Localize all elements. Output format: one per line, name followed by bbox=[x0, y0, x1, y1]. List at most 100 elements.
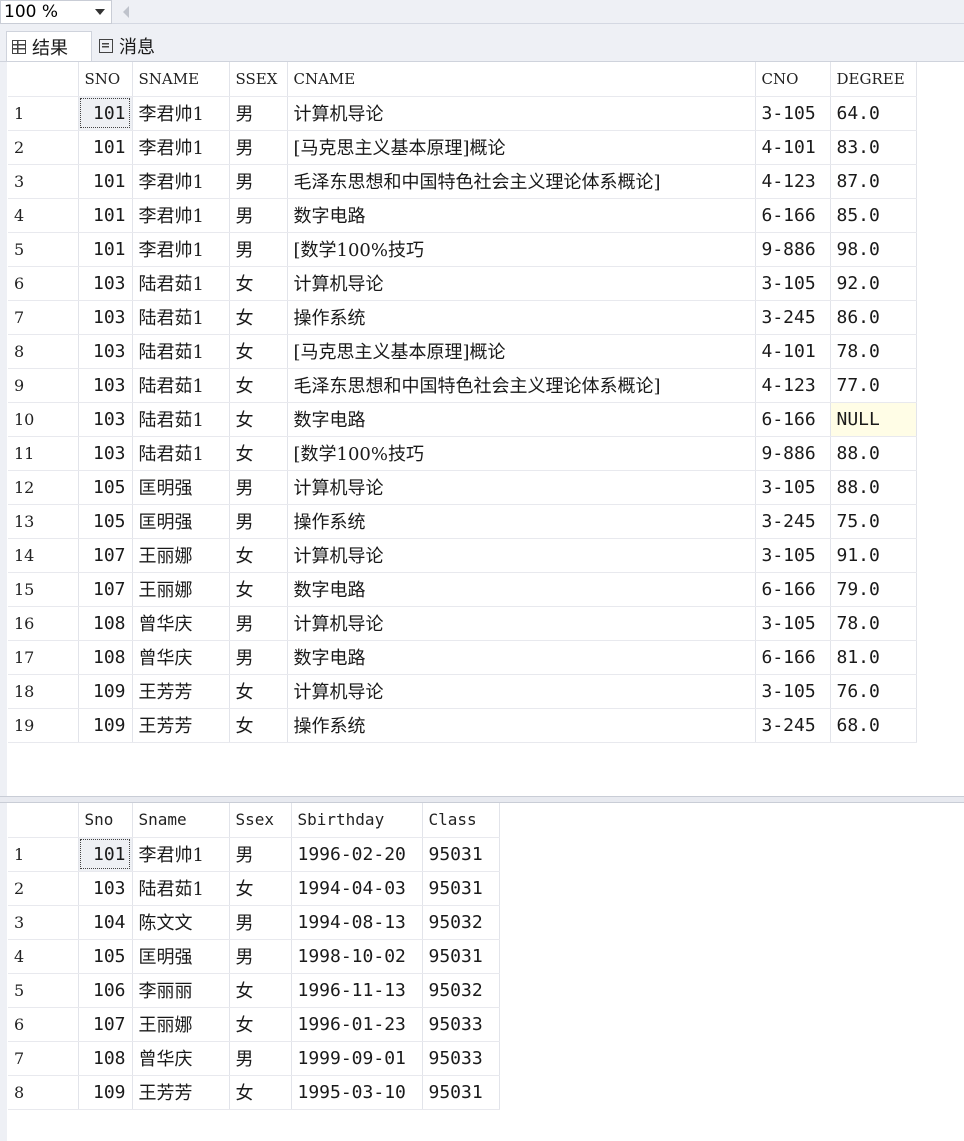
table-cell[interactable]: 6-166 bbox=[755, 572, 831, 607]
table-cell[interactable]: 105 bbox=[78, 504, 133, 539]
table-row[interactable]: 3 101 李君帅1 男毛泽东思想和中国特色社会主义理论体系概论] 4-123 87.0 bbox=[8, 164, 917, 199]
table-cell[interactable]: 陆君茹1 bbox=[132, 334, 230, 369]
table-row[interactable]: 15 107 王丽娜女数字电路 6-166 79.0 bbox=[8, 572, 917, 607]
table-cell[interactable]: 计算机导论 bbox=[287, 606, 756, 641]
table-cell[interactable]: 曾华庆 bbox=[132, 1041, 230, 1076]
column-header[interactable]: SNO bbox=[78, 62, 133, 97]
table-cell[interactable]: 81.0 bbox=[830, 640, 917, 675]
table-row[interactable]: 3 104 陈文文男 1994-08-13 95032 bbox=[8, 905, 500, 940]
table-cell[interactable]: NULL bbox=[830, 402, 917, 437]
table-cell[interactable]: 6-166 bbox=[755, 640, 831, 675]
table-cell[interactable]: 3-105 bbox=[755, 96, 831, 131]
zoom-dropdown[interactable]: 100 % bbox=[0, 0, 112, 24]
table-cell[interactable]: 男 bbox=[229, 1041, 292, 1076]
column-header[interactable]: Sname bbox=[132, 803, 230, 838]
row-number-cell[interactable]: 2 bbox=[8, 871, 79, 906]
table-cell[interactable]: 1998-10-02 bbox=[291, 939, 423, 974]
scroll-left-icon[interactable] bbox=[119, 3, 133, 21]
table-cell[interactable]: 87.0 bbox=[830, 164, 917, 199]
table-row[interactable]: 1 101 李君帅1 男计算机导论 3-105 64.0 bbox=[8, 96, 917, 131]
table-cell[interactable]: 3-105 bbox=[755, 266, 831, 301]
table-cell[interactable]: 95032 bbox=[422, 905, 500, 940]
table-cell[interactable]: 女 bbox=[229, 266, 288, 301]
table-row[interactable]: 5 101 李君帅1 男 [数学100%技巧 9-886 98.0 bbox=[8, 232, 917, 267]
table-row[interactable]: 10 103 陆君茹1 女数字电路 6-166 NULL bbox=[8, 402, 917, 437]
table-cell[interactable]: 108 bbox=[78, 640, 133, 675]
table-row[interactable]: 7 108 曾华庆男 1999-09-01 95033 bbox=[8, 1041, 500, 1076]
table-cell[interactable]: 109 bbox=[78, 1075, 133, 1110]
table-cell[interactable]: 103 bbox=[78, 368, 133, 403]
table-cell[interactable]: 王芳芳 bbox=[132, 708, 230, 743]
table-cell[interactable]: 计算机导论 bbox=[287, 538, 756, 573]
table-cell[interactable]: 101 bbox=[78, 232, 133, 267]
table-cell[interactable]: 3-105 bbox=[755, 470, 831, 505]
table-cell[interactable]: 李君帅1 bbox=[132, 198, 230, 233]
chevron-down-icon[interactable] bbox=[95, 9, 105, 15]
table-cell[interactable]: 6-166 bbox=[755, 198, 831, 233]
row-number-cell[interactable]: 3 bbox=[8, 905, 79, 940]
row-number-cell[interactable]: 8 bbox=[8, 1075, 79, 1110]
table-cell[interactable]: 64.0 bbox=[830, 96, 917, 131]
table-cell[interactable]: 95031 bbox=[422, 871, 500, 906]
table-cell[interactable]: 操作系统 bbox=[287, 300, 756, 335]
table-cell[interactable]: 男 bbox=[229, 96, 288, 131]
column-header[interactable]: Class bbox=[422, 803, 500, 838]
table-row[interactable]: 14 107 王丽娜女计算机导论 3-105 91.0 bbox=[8, 538, 917, 573]
row-number-cell[interactable]: 1 bbox=[8, 837, 79, 872]
table-cell[interactable]: 计算机导论 bbox=[287, 266, 756, 301]
table-cell[interactable]: 女 bbox=[229, 334, 288, 369]
table-cell[interactable]: 陆君茹1 bbox=[132, 436, 230, 471]
table-row[interactable]: 13 105 匡明强男操作系统 3-245 75.0 bbox=[8, 504, 917, 539]
table-cell[interactable]: 95033 bbox=[422, 1041, 500, 1076]
table-cell[interactable]: 95032 bbox=[422, 973, 500, 1008]
table-cell[interactable]: 78.0 bbox=[830, 334, 917, 369]
table-cell[interactable]: 105 bbox=[78, 470, 133, 505]
table-cell[interactable]: [马克思主义基本原理]概论 bbox=[287, 334, 756, 369]
table-cell[interactable]: 女 bbox=[229, 708, 288, 743]
row-number-cell[interactable]: 19 bbox=[8, 708, 79, 743]
table-row[interactable]: 16 108 曾华庆男计算机导论 3-105 78.0 bbox=[8, 606, 917, 641]
table-cell[interactable]: 女 bbox=[229, 300, 288, 335]
table-cell[interactable]: [马克思主义基本原理]概论 bbox=[287, 130, 756, 165]
table-cell[interactable]: 6-166 bbox=[755, 402, 831, 437]
table-cell[interactable]: 操作系统 bbox=[287, 504, 756, 539]
table-cell[interactable]: 103 bbox=[78, 871, 133, 906]
table-cell[interactable]: 女 bbox=[229, 572, 288, 607]
table-cell[interactable]: 计算机导论 bbox=[287, 674, 756, 709]
table-cell[interactable]: 女 bbox=[229, 538, 288, 573]
row-number-cell[interactable]: 16 bbox=[8, 606, 79, 641]
table-cell[interactable]: 曾华庆 bbox=[132, 606, 230, 641]
table-cell[interactable]: 86.0 bbox=[830, 300, 917, 335]
table-cell[interactable]: 匡明强 bbox=[132, 470, 230, 505]
table-cell[interactable]: 数字电路 bbox=[287, 640, 756, 675]
row-number-cell[interactable]: 11 bbox=[8, 436, 79, 471]
table-cell[interactable]: 108 bbox=[78, 606, 133, 641]
table-cell[interactable]: 李君帅1 bbox=[132, 232, 230, 267]
table-cell[interactable]: 男 bbox=[229, 640, 288, 675]
table-cell[interactable]: 毛泽东思想和中国特色社会主义理论体系概论] bbox=[287, 368, 756, 403]
table-row[interactable]: 4 101 李君帅1 男数字电路 6-166 85.0 bbox=[8, 198, 917, 233]
table-cell[interactable]: 男 bbox=[229, 470, 288, 505]
table-cell[interactable]: 王芳芳 bbox=[132, 674, 230, 709]
table-cell[interactable]: 女 bbox=[229, 1007, 292, 1042]
table-cell[interactable]: 98.0 bbox=[830, 232, 917, 267]
table-cell[interactable]: 1996-01-23 bbox=[291, 1007, 423, 1042]
row-number-cell[interactable]: 4 bbox=[8, 939, 79, 974]
row-number-cell[interactable]: 10 bbox=[8, 402, 79, 437]
row-number-cell[interactable]: 3 bbox=[8, 164, 79, 199]
table-cell[interactable]: 105 bbox=[78, 939, 133, 974]
table-cell[interactable]: 男 bbox=[229, 164, 288, 199]
table-cell[interactable]: 4-123 bbox=[755, 164, 831, 199]
column-header[interactable]: DEGREE bbox=[830, 62, 917, 97]
table-cell[interactable]: 88.0 bbox=[830, 470, 917, 505]
table-cell[interactable]: 108 bbox=[78, 1041, 133, 1076]
table-row[interactable]: 12 105 匡明强男计算机导论 3-105 88.0 bbox=[8, 470, 917, 505]
table-cell[interactable]: 毛泽东思想和中国特色社会主义理论体系概论] bbox=[287, 164, 756, 199]
table-cell[interactable]: 3-245 bbox=[755, 300, 831, 335]
table-cell[interactable]: 1999-09-01 bbox=[291, 1041, 423, 1076]
table-cell[interactable]: 王丽娜 bbox=[132, 572, 230, 607]
row-number-cell[interactable]: 8 bbox=[8, 334, 79, 369]
table-cell[interactable]: 107 bbox=[78, 538, 133, 573]
table-cell[interactable]: 匡明强 bbox=[132, 939, 230, 974]
table-row[interactable]: 6 107 王丽娜女 1996-01-23 95033 bbox=[8, 1007, 500, 1042]
